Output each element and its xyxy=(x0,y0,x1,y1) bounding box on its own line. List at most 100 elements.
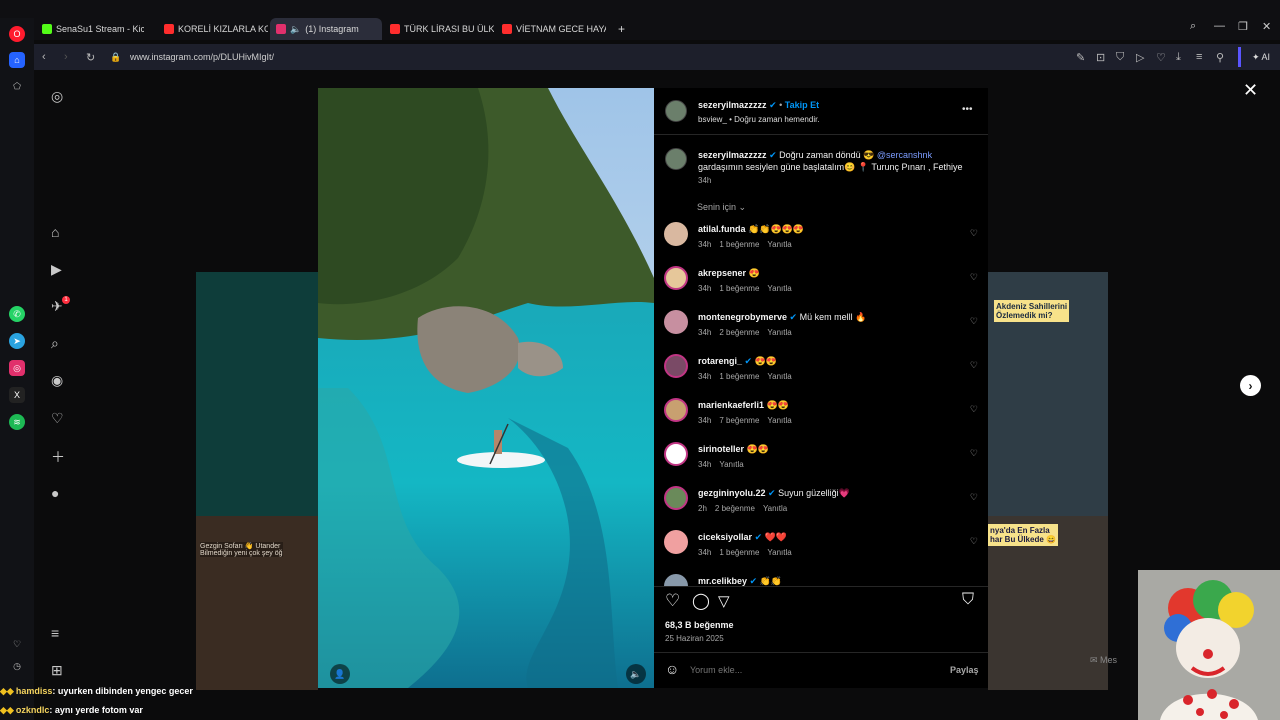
more-menu-icon[interactable]: ≡ xyxy=(51,625,59,641)
instagram-left-nav: ◎ ⌂ ▶ ✈ 1 ⌕ ◉ ♡ ＋ ● ≡ ⊞ xyxy=(34,70,84,690)
download-icon[interactable]: ⤓ xyxy=(1176,51,1181,64)
reload-icon[interactable]: ↻ xyxy=(86,51,95,64)
next-post-button[interactable]: › xyxy=(1240,375,1261,396)
tagged-user-icon[interactable]: 👤 xyxy=(330,664,350,684)
instagram-sidebar-icon[interactable]: ◎ xyxy=(9,360,25,376)
menu-icon[interactable]: ≡ xyxy=(1196,51,1202,63)
comment-avatar[interactable] xyxy=(664,530,688,554)
explore-icon[interactable]: ◉ xyxy=(51,372,63,389)
tab-instagram[interactable]: 🔈 (1) Instagram xyxy=(270,18,382,40)
bg-reel-tile-left-bottom[interactable]: Gezgin Sofarı 👋 Utander Bilmediğin yeni ç… xyxy=(196,516,318,690)
heart-icon[interactable]: ♡ xyxy=(1156,51,1166,64)
share-send-icon[interactable]: ▽ xyxy=(718,592,730,610)
speaker-icon[interactable]: 🔈 xyxy=(290,24,301,35)
bg-reel-tile-right[interactable]: Akdeniz Sahillerini Özlemedik mi? xyxy=(988,272,1108,516)
comment-like-heart-icon[interactable]: ♡ xyxy=(970,492,978,503)
comment-item: akrepsener 😍 34h 1 beğenme Yanıtla ♡ xyxy=(664,266,984,310)
follow-button[interactable]: Takip Et xyxy=(785,100,819,110)
shield-icon[interactable]: ⛉ xyxy=(1116,51,1124,64)
bookmark-icon[interactable]: ⛉ xyxy=(962,591,974,609)
comment-input[interactable] xyxy=(690,662,930,678)
minimize-icon[interactable]: — xyxy=(1214,20,1225,32)
comment-avatar[interactable] xyxy=(664,354,688,378)
post-video[interactable]: 👤 🔈 xyxy=(318,88,654,688)
tab-youtube-vietnam[interactable]: VİETNAM GECE HAYATI BE xyxy=(496,18,606,40)
instagram-logo-icon[interactable]: ◎ xyxy=(51,88,63,105)
messages-button[interactable]: ✉ Mes xyxy=(1090,655,1117,666)
post-header: sezeryilmazzzzz ✔ • Takip Et xyxy=(698,100,820,110)
forward-icon[interactable]: › xyxy=(64,51,68,63)
comment-avatar[interactable] xyxy=(664,222,688,246)
direct-icon[interactable]: ✈ xyxy=(51,298,63,315)
comment-like-heart-icon[interactable]: ♡ xyxy=(970,448,978,459)
camera-icon[interactable]: ⊡ xyxy=(1096,51,1105,64)
chat-message: ◆◆ ozkndlc : aynı yerde fotom var xyxy=(0,704,143,716)
telegram-icon[interactable]: ➤ xyxy=(9,333,25,349)
spotify-icon[interactable]: ≋ xyxy=(9,414,25,430)
comment-avatar[interactable] xyxy=(664,442,688,466)
favorites-heart-icon[interactable]: ♡ xyxy=(9,636,25,652)
comment-item: marienkaeferli1 😍😍 34h 7 beğenme Yanıtla ♡ xyxy=(664,398,984,442)
comment-like-heart-icon[interactable]: ♡ xyxy=(970,272,978,283)
like-heart-icon[interactable]: ♡ xyxy=(665,591,680,611)
comment-like-heart-icon[interactable]: ♡ xyxy=(970,228,978,239)
comment-avatar[interactable] xyxy=(664,398,688,422)
new-tab-button[interactable]: + xyxy=(612,18,632,40)
accent-divider xyxy=(1238,47,1241,67)
edit-icon[interactable]: ✎ xyxy=(1076,51,1085,64)
post-date: 25 Haziran 2025 xyxy=(665,634,724,643)
close-modal-icon[interactable]: ✕ xyxy=(1243,80,1258,101)
bg-reel-tile-left[interactable] xyxy=(196,272,318,516)
comment-like-heart-icon[interactable]: ♡ xyxy=(970,536,978,547)
threads-icon[interactable]: ⊞ xyxy=(51,662,63,679)
notifications-heart-icon[interactable]: ♡ xyxy=(51,410,64,427)
tab-youtube-lira[interactable]: TÜRK LİRASI BU ÜLKEDE Ç xyxy=(384,18,494,40)
comment-avatar[interactable] xyxy=(664,486,688,510)
home-icon[interactable]: ⌂ xyxy=(9,52,25,68)
comment-item: montenegrobymerve ✔ Mü kem melll 🔥 34h 2 … xyxy=(664,310,984,354)
emoji-icon[interactable]: ☺ xyxy=(665,661,679,677)
author-username[interactable]: sezeryilmazzzzz xyxy=(698,100,767,110)
author-avatar[interactable] xyxy=(665,100,687,122)
comment-avatar[interactable] xyxy=(664,266,688,290)
ig-search-icon[interactable]: ⌕ xyxy=(51,335,59,352)
reels-icon[interactable]: ▶ xyxy=(51,261,62,278)
profile-avatar-icon[interactable]: ● xyxy=(51,485,59,501)
profile-icon[interactable]: ⚲ xyxy=(1216,51,1224,64)
opera-sidebar: O ⌂ ⬠ ✆ ➤ ◎ X ≋ ♡ ◷ xyxy=(0,18,34,720)
notification-badge: 1 xyxy=(62,296,70,304)
caption-avatar[interactable] xyxy=(665,148,687,170)
ai-button[interactable]: ✦ AI xyxy=(1252,52,1270,63)
share-comment-button[interactable]: Paylaş xyxy=(950,665,979,675)
url-field[interactable]: www.instagram.com/p/DLUHivMIgIt/ xyxy=(130,52,274,62)
comment-avatar[interactable] xyxy=(664,310,688,334)
mention-link[interactable]: @sercanshnk xyxy=(877,150,932,160)
comment-like-heart-icon[interactable]: ♡ xyxy=(970,316,978,327)
comment-like-heart-icon[interactable]: ♡ xyxy=(970,360,978,371)
likes-count[interactable]: 68,3 B beğenme xyxy=(665,620,734,630)
whatsapp-icon[interactable]: ✆ xyxy=(9,306,25,322)
create-icon[interactable]: ＋ xyxy=(51,447,65,467)
history-icon[interactable]: ◷ xyxy=(9,658,25,674)
tab-youtube-korea[interactable]: KORELİ KIZLARLA KORE'N xyxy=(158,18,268,40)
back-icon[interactable]: ‹ xyxy=(42,51,46,63)
comment-item: rotarengi_ ✔ 😍😍 34h 1 beğenme Yanıtla ♡ xyxy=(664,354,984,398)
mute-icon[interactable]: 🔈 xyxy=(626,664,646,684)
play-icon[interactable]: ▷ xyxy=(1136,51,1144,64)
comment-avatar[interactable] xyxy=(664,574,688,586)
search-tabs-icon[interactable]: ⌕ xyxy=(1190,20,1196,33)
post-audio-subtitle[interactable]: bsview_ • Doğru zaman hemendir. xyxy=(698,115,820,124)
more-options-icon[interactable]: ••• xyxy=(962,104,973,115)
x-twitter-icon[interactable]: X xyxy=(9,387,25,403)
comment-sort-dropdown[interactable]: Senin için ⌄ xyxy=(697,202,746,213)
tab-kick[interactable]: SenaSu1 Stream - Kick Da xyxy=(36,18,144,40)
pinboard-icon[interactable]: ⬠ xyxy=(9,78,25,94)
ig-home-icon[interactable]: ⌂ xyxy=(51,224,59,240)
comment-item: gezgininyolu.22 ✔ Suyun güzelliği💗 2h 2 b… xyxy=(664,486,984,530)
close-window-icon[interactable]: ✕ xyxy=(1262,20,1271,33)
comment-item: ciceksiyollar ✔ ❤️❤️ 34h 1 beğenme Yanıtla… xyxy=(664,530,984,574)
comment-bubble-icon[interactable]: ◯ xyxy=(692,591,710,611)
opera-logo-icon[interactable]: O xyxy=(9,26,25,42)
comment-like-heart-icon[interactable]: ♡ xyxy=(970,404,978,415)
maximize-icon[interactable]: ❐ xyxy=(1238,20,1248,33)
